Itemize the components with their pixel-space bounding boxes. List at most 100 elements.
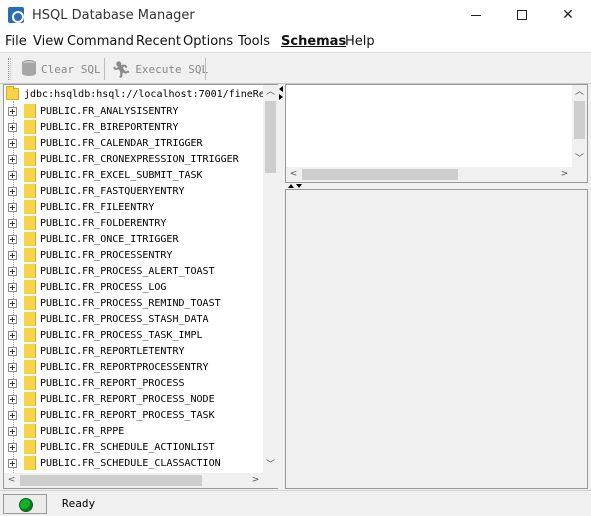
vertical-splitter[interactable] [278,84,284,489]
tree-node[interactable]: PUBLIC.FR_REPORT_PROCESS_TASK [8,407,215,423]
scroll-right-icon[interactable]: > [248,473,263,488]
tree-node[interactable]: PUBLIC.FR_REPORT_PROCESS_NODE [8,391,215,407]
scroll-left-icon[interactable]: < [286,167,301,182]
tree-node-label: PUBLIC.FR_REPORT_PROCESS_NODE [40,393,215,405]
tree-node[interactable]: PUBLIC.FR_PROCESS_REMIND_TOAST [8,295,221,311]
menu-options[interactable]: Options [183,34,233,49]
tree-node-label: PUBLIC.FR_ONCE_ITRIGGER [40,233,179,245]
folder-icon [24,136,36,150]
menu-tools[interactable]: Tools [238,34,270,49]
tree-node[interactable]: PUBLIC.FR_PROCESSENTRY [8,247,172,263]
menu-view[interactable]: View [33,34,64,49]
tree-node[interactable]: PUBLIC.FR_CRONEXPRESSION_ITRIGGER [8,151,239,167]
folder-icon [24,200,36,214]
tree-node[interactable]: PUBLIC.FR_BIREPORTENTRY [8,119,178,135]
expand-icon[interactable] [8,394,17,404]
tree-node[interactable]: PUBLIC.FR_CALENDAR_ITRIGGER [8,135,203,151]
expand-icon[interactable] [8,218,17,228]
menu-command[interactable]: Command [67,34,134,49]
toolbar-separator [205,58,206,80]
expand-icon[interactable] [8,362,17,372]
tree-node[interactable]: PUBLIC.FR_FASTQUERYENTRY [8,183,185,199]
clear-sql-button[interactable]: Clear SQL [21,57,101,81]
scroll-thumb[interactable] [574,101,585,139]
tree-node[interactable]: PUBLIC.FR_PROCESS_LOG [8,279,166,295]
expand-icon[interactable] [8,330,17,340]
sql-editor[interactable]: ︿ ﹀ < > [285,84,588,183]
collapse-right-icon[interactable] [279,94,283,100]
menu-recent[interactable]: Recent [136,34,181,49]
tree-node-label: PUBLIC.FR_PROCESSENTRY [40,249,173,261]
tree-node[interactable]: PUBLIC.FR_ANALYSISENTRY [8,103,178,119]
expand-icon[interactable] [8,266,17,276]
tree-root[interactable]: jdbc:hsqldb:hsql://localhost:7001/fineRe [6,86,263,101]
scroll-left-icon[interactable]: < [4,473,19,488]
scroll-thumb[interactable] [20,475,202,486]
expand-icon[interactable] [8,154,17,164]
database-icon [21,60,37,78]
tree-node[interactable]: PUBLIC.FR_REPORT_PROCESS [8,375,185,391]
scroll-up-icon[interactable]: ︿ [263,85,278,100]
expand-icon[interactable] [8,378,17,388]
tree-node[interactable]: PUBLIC.FR_FOLDERENTRY [8,215,166,231]
scroll-thumb[interactable] [302,169,458,180]
expand-icon[interactable] [8,202,17,212]
tree-node[interactable]: PUBLIC.FR_PROCESS_ALERT_TOAST [8,263,215,279]
tree-node[interactable]: PUBLIC.FR_SCHEDULE_CLASSACTION [8,455,221,471]
expand-icon[interactable] [8,282,17,292]
folder-icon [24,456,36,470]
tree-node[interactable]: PUBLIC.FR_FILEENTRY [8,199,154,215]
expand-icon[interactable] [8,442,17,452]
expand-icon[interactable] [8,122,17,132]
collapse-up-icon[interactable] [288,184,294,188]
tree-horizontal-scrollbar[interactable]: < > [4,473,263,488]
scroll-down-icon[interactable]: ﹀ [572,152,587,167]
tree-node[interactable]: PUBLIC.FR_PROCESS_TASK_IMPL [8,327,203,343]
scroll-up-icon[interactable]: ︿ [572,85,587,100]
status-indicator-button[interactable] [3,494,47,514]
menu-file[interactable]: File [5,34,27,49]
scroll-thumb[interactable] [265,101,276,173]
expand-icon[interactable] [8,250,17,260]
tree-node-label: PUBLIC.FR_REPORT_PROCESS [40,377,185,389]
sql-horizontal-scrollbar[interactable]: < > [286,167,572,182]
tree-node[interactable]: PUBLIC.FR_ONCE_ITRIGGER [8,231,178,247]
tree-node[interactable]: PUBLIC.FR_SCHEDULE_ACTIONLIST [8,439,215,455]
collapse-left-icon[interactable] [279,86,283,92]
scroll-right-icon[interactable]: > [557,167,572,182]
tree-node[interactable]: PUBLIC.FR_PROCESS_STASH_DATA [8,311,209,327]
tree-node[interactable]: PUBLIC.FR_EXCEL_SUBMIT_TASK [8,167,203,183]
tree-node-label: PUBLIC.FR_PROCESS_STASH_DATA [40,313,209,325]
tree-vertical-scrollbar[interactable]: ︿ ﹀ [263,85,278,473]
expand-icon[interactable] [8,106,17,116]
expand-icon[interactable] [8,314,17,324]
sql-vertical-scrollbar[interactable]: ︿ ﹀ [572,85,587,167]
close-button[interactable]: ✕ [545,0,591,31]
expand-icon[interactable] [8,426,17,436]
tree-node-label: PUBLIC.FR_REPORT_PROCESS_TASK [40,409,215,421]
expand-icon[interactable] [8,170,17,180]
scroll-down-icon[interactable]: ﹀ [263,458,278,473]
result-pane[interactable] [285,189,588,489]
maximize-button[interactable] [499,0,545,31]
folder-icon [24,264,36,278]
tree-node[interactable]: PUBLIC.FR_REPORTLETENTRY [8,343,185,359]
execute-sql-button[interactable]: 🏃︎ Execute SQL [111,57,208,81]
schema-tree[interactable]: jdbc:hsqldb:hsql://localhost:7001/fineRe… [4,85,263,473]
expand-icon[interactable] [8,410,17,420]
menu-help[interactable]: Help [345,34,375,49]
collapse-down-icon[interactable] [296,184,302,188]
expand-icon[interactable] [8,298,17,308]
expand-icon[interactable] [8,186,17,196]
tree-node-label: PUBLIC.FR_SCHEDULE_CLASSACTION [40,457,221,469]
status-bar: Ready [0,490,591,516]
minimize-button[interactable] [453,0,499,31]
expand-icon[interactable] [8,234,17,244]
toolbar-grip[interactable] [8,58,11,80]
menu-schemas[interactable]: Schemas [281,34,346,49]
tree-node[interactable]: PUBLIC.FR_REPORTPROCESSENTRY [8,359,209,375]
expand-icon[interactable] [8,458,17,468]
expand-icon[interactable] [8,346,17,356]
expand-icon[interactable] [8,138,17,148]
tree-node[interactable]: PUBLIC.FR_RPPE [8,423,124,439]
